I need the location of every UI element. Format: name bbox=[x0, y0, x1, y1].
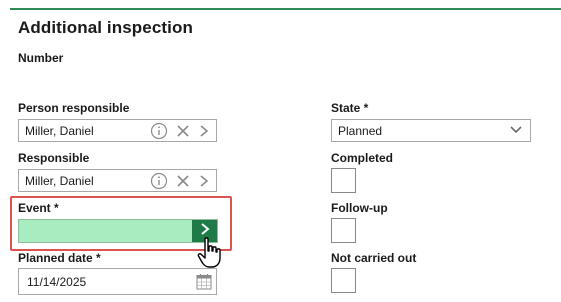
planned-date-label: Planned date * bbox=[18, 251, 101, 265]
person-responsible-label: Person responsible bbox=[18, 101, 130, 115]
top-divider bbox=[10, 8, 561, 10]
number-label: Number bbox=[18, 51, 64, 65]
chevron-down-icon[interactable] bbox=[509, 124, 523, 139]
hand-pointer-cursor bbox=[196, 236, 226, 275]
page-title: Additional inspection bbox=[18, 18, 193, 37]
event-field[interactable] bbox=[18, 219, 218, 243]
chevron-right-icon[interactable] bbox=[198, 124, 210, 138]
planned-date-field[interactable]: 11/14/2025 bbox=[18, 268, 217, 295]
clear-icon[interactable] bbox=[176, 174, 190, 188]
completed-label: Completed bbox=[331, 151, 394, 165]
info-icon[interactable] bbox=[150, 172, 168, 190]
responsible-label: Responsible bbox=[18, 151, 90, 165]
clear-icon[interactable] bbox=[176, 124, 190, 138]
follow-up-label: Follow-up bbox=[331, 201, 388, 215]
completed-checkbox[interactable] bbox=[331, 168, 356, 193]
responsible-field[interactable]: Miller, Daniel bbox=[18, 169, 217, 192]
not-carried-out-checkbox[interactable] bbox=[331, 268, 356, 293]
planned-date-value: 11/14/2025 bbox=[27, 275, 87, 289]
calendar-icon[interactable] bbox=[196, 273, 212, 293]
event-label: Event * bbox=[18, 201, 59, 215]
person-responsible-field[interactable]: Miller, Daniel bbox=[18, 119, 217, 142]
info-icon[interactable] bbox=[150, 122, 168, 140]
chevron-right-icon[interactable] bbox=[198, 174, 210, 188]
responsible-value: Miller, Daniel bbox=[25, 174, 94, 188]
state-select[interactable]: Planned bbox=[331, 119, 531, 142]
state-label: State * bbox=[331, 101, 369, 115]
person-responsible-value: Miller, Daniel bbox=[25, 124, 94, 138]
follow-up-checkbox[interactable] bbox=[331, 218, 356, 243]
state-value: Planned bbox=[338, 124, 383, 138]
not-carried-out-label: Not carried out bbox=[331, 251, 417, 265]
